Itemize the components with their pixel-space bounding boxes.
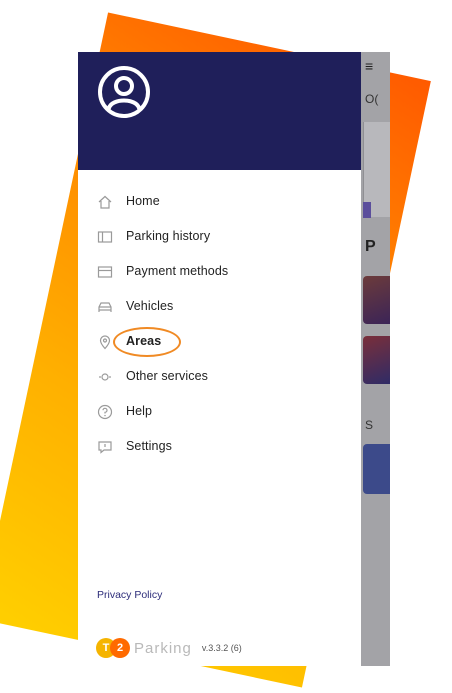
menu-item-label: Other services — [126, 369, 208, 383]
app-version: v.3.3.2 (6) — [201, 643, 242, 653]
background-image-thumb — [363, 276, 390, 324]
drawer-menu: Home Parking history Payment methods Veh… — [78, 184, 361, 464]
background-app-dimmed: ≡ O( P S — [361, 52, 390, 666]
drawer-header — [78, 52, 361, 170]
drawer-footer: T 2 Parking v.3.3.2 (6) — [96, 637, 242, 659]
navigation-drawer: Home Parking history Payment methods Veh… — [78, 52, 361, 666]
services-icon — [99, 373, 111, 381]
menu-item-vehicles[interactable]: Vehicles — [78, 289, 361, 324]
chat-icon — [98, 441, 112, 454]
menu-item-label: Parking history — [126, 229, 211, 243]
menu-item-other-services[interactable]: Other services — [78, 359, 361, 394]
menu-item-label: Home — [126, 194, 160, 208]
card-icon — [97, 266, 113, 278]
background-text-fragment: O( — [365, 92, 379, 106]
menu-item-home[interactable]: Home — [78, 184, 361, 219]
brand-logo: T 2 — [96, 637, 142, 659]
menu-item-help[interactable]: Help — [78, 394, 361, 429]
user-circle-icon[interactable] — [96, 64, 152, 120]
menu-item-areas[interactable]: Areas — [78, 324, 361, 359]
hamburger-menu-icon: ≡ — [365, 58, 374, 74]
help-icon — [97, 404, 113, 420]
menu-item-label: Payment methods — [126, 264, 229, 278]
ticket-icon — [97, 231, 113, 243]
menu-item-settings[interactable]: Settings — [78, 429, 361, 464]
background-card — [363, 444, 390, 494]
phone-screen: ≡ O( P S Home Parking history Payment me… — [78, 52, 390, 666]
menu-item-label: Settings — [126, 439, 172, 453]
menu-item-label: Vehicles — [126, 299, 174, 313]
brand-name: Parking — [134, 639, 192, 657]
menu-item-label: Help — [126, 404, 153, 418]
location-pin-icon — [99, 335, 111, 350]
background-text-fragment: S — [365, 418, 374, 432]
privacy-policy-link[interactable]: Privacy Policy — [97, 589, 162, 601]
menu-item-label: Areas — [126, 334, 162, 348]
car-icon — [98, 302, 112, 312]
background-image-thumb — [363, 336, 390, 384]
background-card-accent — [363, 202, 371, 218]
background-section-title: P — [365, 238, 376, 255]
menu-item-payment-methods[interactable]: Payment methods — [78, 254, 361, 289]
logo-2-badge: 2 — [110, 638, 130, 658]
menu-item-parking-history[interactable]: Parking history — [78, 219, 361, 254]
home-icon — [98, 195, 112, 209]
